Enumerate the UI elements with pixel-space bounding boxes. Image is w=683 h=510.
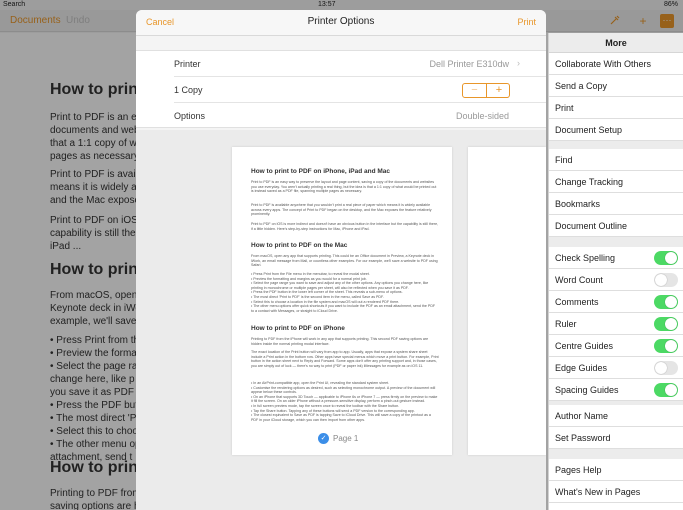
preview-paragraph: Printing to PDF from the iPhone will wor… bbox=[251, 337, 429, 346]
toggle-switch[interactable] bbox=[654, 295, 678, 309]
preview-heading: How to print to PDF on iPhone bbox=[251, 325, 345, 332]
more-sidebar: More Collaborate With Others Send a Copy P… bbox=[548, 33, 683, 510]
toggle-switch[interactable] bbox=[654, 273, 678, 287]
copies-row: 1 Copy − + bbox=[136, 77, 546, 103]
printer-value: Dell Printer E310dw bbox=[429, 59, 509, 69]
increment-button[interactable]: + bbox=[487, 84, 511, 97]
preview-bullets: • Press Print from the File menu in the … bbox=[251, 272, 436, 313]
print-button[interactable]: Print bbox=[517, 17, 536, 27]
sidebar-item-label: Edge Guides bbox=[555, 363, 608, 373]
sidebar-section-gap bbox=[549, 237, 683, 247]
sidebar-item-change-tracking[interactable]: Change Tracking bbox=[549, 171, 683, 193]
page-number-label: Page 1 bbox=[333, 433, 359, 443]
sidebar-item-label: Pages Help bbox=[555, 465, 602, 475]
page-preview[interactable]: How to print to PDF on iPhone, iPad and … bbox=[232, 147, 452, 455]
toggle-switch[interactable] bbox=[654, 361, 678, 375]
sidebar-item-set-password[interactable]: Set Password bbox=[549, 427, 683, 449]
sidebar-item-centre-guides[interactable]: Centre Guides bbox=[549, 335, 683, 357]
copies-stepper: − + bbox=[462, 83, 510, 98]
preview-bullets: • In an AirPrint-compatible app, open th… bbox=[251, 381, 438, 422]
preview-paragraph: Print to PDF on iOS is more indirect and… bbox=[251, 222, 439, 231]
sidebar-item-label: Ruler bbox=[555, 319, 577, 329]
sidebar-section-gap bbox=[549, 141, 683, 149]
sidebar-item-label: Change Tracking bbox=[555, 177, 624, 187]
sidebar-item-label: Check Spelling bbox=[555, 253, 616, 263]
sidebar-item-label: Author Name bbox=[555, 411, 609, 421]
sidebar-item-label: Set Password bbox=[555, 433, 611, 443]
decrement-button[interactable]: − bbox=[463, 84, 487, 97]
toggle-switch[interactable] bbox=[654, 383, 678, 397]
sidebar-item-label: Send a Copy bbox=[555, 81, 608, 91]
sidebar-title: More bbox=[549, 33, 683, 53]
toggle-switch[interactable] bbox=[654, 317, 678, 331]
preview-heading: How to print to PDF on iPhone, iPad and … bbox=[251, 168, 391, 175]
sidebar-item-label: Spacing Guides bbox=[555, 385, 619, 395]
printer-label: Printer bbox=[174, 59, 201, 69]
chevron-right-icon: › bbox=[517, 58, 520, 68]
sidebar-item-label: Centre Guides bbox=[555, 341, 614, 351]
sidebar-item-label: What's New in Pages bbox=[555, 487, 641, 497]
sidebar-item-what-s-new-in-pages[interactable]: What's New in Pages bbox=[549, 481, 683, 503]
sidebar-item-label: Document Setup bbox=[555, 125, 623, 135]
sidebar-item-collaborate-with-others[interactable]: Collaborate With Others bbox=[549, 53, 683, 75]
preview-paragraph: From macOS, open any app that supports p… bbox=[251, 254, 438, 268]
sidebar-section-gap bbox=[549, 449, 683, 459]
sidebar-item-label: Print bbox=[555, 103, 574, 113]
printer-options-list: Printer Dell Printer E310dw › 1 Copy − +… bbox=[136, 50, 546, 128]
sidebar-item-print[interactable]: Print bbox=[549, 97, 683, 119]
options-value: Double-sided bbox=[455, 111, 509, 121]
sidebar-item-send-a-copy[interactable]: Send a Copy bbox=[549, 75, 683, 97]
sidebar-item-comments[interactable]: Comments bbox=[549, 291, 683, 313]
sidebar-item-label: Find bbox=[555, 155, 573, 165]
sidebar-item-spacing-guides[interactable]: Spacing Guides bbox=[549, 379, 683, 401]
preview-paragraph: The exact location of the Print button w… bbox=[251, 350, 439, 368]
sidebar-item-bookmarks[interactable]: Bookmarks bbox=[549, 193, 683, 215]
sidebar-item-label: Collaborate With Others bbox=[555, 59, 652, 69]
preview-paragraph: Print to PDF is available anywhere that … bbox=[251, 203, 432, 217]
sidebar-item-find[interactable]: Find bbox=[549, 149, 683, 171]
sidebar-item-edge-guides[interactable]: Edge Guides bbox=[549, 357, 683, 379]
sidebar-item-label: Document Outline bbox=[555, 221, 628, 231]
copies-label: 1 Copy bbox=[174, 85, 203, 95]
printer-options-modal: Cancel Printer Options Print Printer Del… bbox=[136, 10, 546, 510]
sidebar-item-send-feedback[interactable]: Send Feedback bbox=[549, 503, 683, 510]
printer-row[interactable]: Printer Dell Printer E310dw › bbox=[136, 51, 546, 77]
sidebar-item-pages-help[interactable]: Pages Help bbox=[549, 459, 683, 481]
sidebar-item-label: Bookmarks bbox=[555, 199, 601, 209]
sidebar-item-label: Word Count bbox=[555, 275, 603, 285]
sidebar-item-document-setup[interactable]: Document Setup bbox=[549, 119, 683, 141]
sidebar-item-document-outline[interactable]: Document Outline bbox=[549, 215, 683, 237]
toggle-switch[interactable] bbox=[654, 339, 678, 353]
next-page-preview[interactable] bbox=[468, 147, 546, 455]
sidebar-item-author-name[interactable]: Author Name bbox=[549, 405, 683, 427]
options-label: Options bbox=[174, 111, 206, 121]
preview-paragraph: Print to PDF is an easy way to preserve … bbox=[251, 180, 437, 194]
options-row[interactable]: Options Double-sided bbox=[136, 103, 546, 129]
modal-title: Printer Options bbox=[307, 16, 375, 27]
toggle-switch[interactable] bbox=[654, 251, 678, 265]
sidebar-item-ruler[interactable]: Ruler bbox=[549, 313, 683, 335]
checkmark-icon: ✓ bbox=[318, 432, 329, 444]
preview-heading: How to print to PDF on the Mac bbox=[251, 242, 348, 249]
sidebar-item-label: Comments bbox=[555, 297, 599, 307]
page-badge: ✓ Page 1 bbox=[318, 431, 358, 445]
sidebar-item-check-spelling[interactable]: Check Spelling bbox=[549, 247, 683, 269]
modal-header: Cancel Printer Options Print bbox=[136, 10, 546, 36]
sidebar-item-word-count[interactable]: Word Count bbox=[549, 269, 683, 291]
